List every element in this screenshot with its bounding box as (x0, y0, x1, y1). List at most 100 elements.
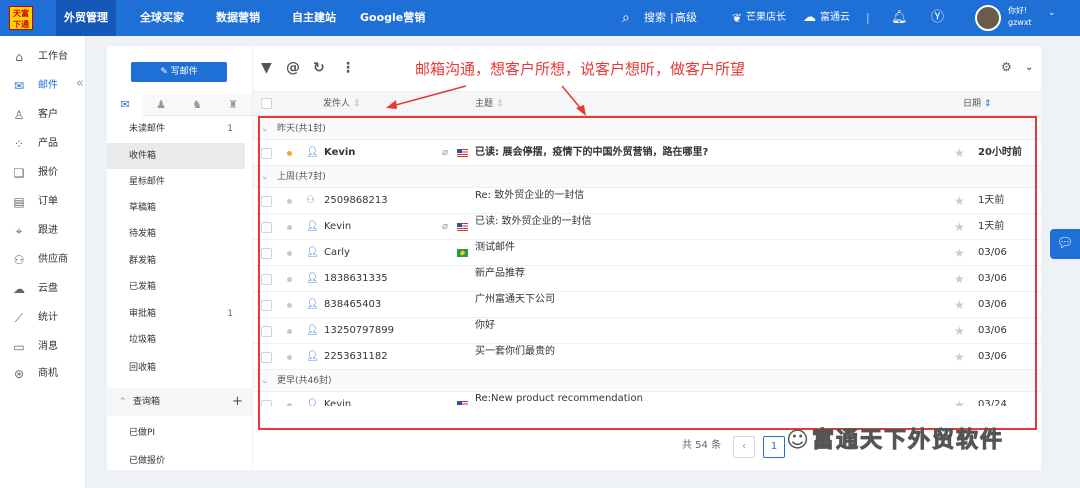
row-checkbox[interactable] (261, 248, 272, 259)
sidebar-item-quote[interactable]: ❏ 报价 (0, 160, 86, 186)
star-icon[interactable]: ★ (954, 240, 965, 266)
nav-data-marketing[interactable]: 数据营销 (208, 0, 268, 36)
search-icon[interactable]: ⌕ (622, 0, 630, 36)
chevron-down-icon[interactable]: ⌄ (1048, 0, 1056, 31)
date: 03/06 (978, 325, 1007, 336)
folder-unread[interactable]: 未读邮件 1 (107, 116, 245, 142)
star-icon[interactable]: ★ (954, 214, 965, 240)
table-row[interactable]: 👤︎ Kevin Re:New product recommendation ★… (253, 392, 1041, 406)
date: 03/06 (978, 247, 1007, 258)
more-icon[interactable]: ⋮ (341, 60, 355, 76)
sidebar-item-order[interactable]: ▤ 订单 (0, 189, 86, 215)
folder-label: 草稿箱 (129, 203, 157, 213)
star-icon[interactable]: ★ (954, 140, 965, 166)
row-checkbox[interactable] (261, 352, 272, 363)
table-row[interactable]: 👤︎ 2253631182 买一套你们最贵的 ★ 03/06 (253, 344, 1041, 370)
star-icon[interactable]: ★ (954, 292, 965, 318)
tab-person-icon[interactable]: ♟ (143, 94, 179, 116)
us-flag-icon (457, 401, 468, 406)
sidebar-item-messages[interactable]: ▭ 消息 (0, 334, 86, 360)
at-icon[interactable]: @ (286, 60, 300, 76)
folder-pending[interactable]: 待发箱 (107, 221, 245, 247)
table-row[interactable]: 👤︎ Kevin ⌀ 已读: 展会停摆，疫情下的中国外贸营销，路在哪里? ★ 2… (253, 140, 1041, 166)
user-info[interactable]: 你好! gzwxt (1008, 5, 1032, 29)
bell-icon[interactable]: 🔔︎ (891, 0, 908, 36)
folder-spam[interactable]: 垃圾箱 (107, 327, 245, 353)
folder-approval[interactable]: 审批箱 1 (107, 301, 245, 327)
search-button[interactable]: 搜索 (644, 0, 666, 36)
advanced-search-button[interactable]: 高级 (675, 0, 697, 36)
group-header-earlier[interactable]: ⌄ 更早(共46封) (253, 370, 1041, 392)
nav-foreign-trade[interactable]: 外贸管理 (56, 0, 116, 36)
folder-drafts[interactable]: 草稿箱 (107, 195, 245, 221)
sender-column-header[interactable]: 发件人 ⇕ (323, 92, 360, 116)
subject: Re: 致外贸企业的一封信 (475, 190, 585, 201)
row-checkbox[interactable] (261, 400, 272, 406)
sidebar-item-opportunity[interactable]: ⊛ 商机 (0, 361, 86, 387)
sidebar-item-customer[interactable]: ♙ 客户 (0, 102, 86, 128)
select-all-checkbox[interactable] (261, 98, 272, 109)
main-sidebar: ⌂ 工作台 ✉ 邮件 ♙ 客户 ⁘ 产品 ❏ 报价 ▤ 订单 ⌖ 跟进 ⚇ 供应商 ☁ 云盘 ⟋ 统… (0, 36, 86, 488)
filter-icon[interactable]: ▼ (261, 60, 272, 76)
query-item-pi[interactable]: 已做PI (107, 420, 245, 446)
plus-icon[interactable]: + (232, 388, 243, 416)
star-icon[interactable]: ★ (954, 188, 965, 214)
group-header-last-week[interactable]: ⌄ 上周(共7封) (253, 166, 1041, 188)
sidebar-item-product[interactable]: ⁘ 产品 (0, 131, 86, 157)
chat-bubble-icon[interactable]: 💬︎ (1050, 229, 1080, 259)
tab-mail-icon[interactable]: ✉ (107, 94, 143, 116)
row-checkbox[interactable] (261, 300, 272, 311)
table-row[interactable]: ⚇ 2509868213 Re: 致外贸企业的一封信 ★ 1天前 (253, 188, 1041, 214)
query-item-quote[interactable]: 已做报价 (107, 448, 245, 470)
table-row[interactable]: 👤︎ Carly 测试邮件 ★ 03/06 (253, 240, 1041, 266)
query-box-header[interactable]: ⌃ 查询箱 + (107, 388, 252, 416)
location-icon: ⌖ (15, 224, 23, 238)
table-row[interactable]: 👤︎ 838465403 广州富通天下公司 ★ 03/06 (253, 292, 1041, 318)
app-logo[interactable]: 天富下通 (9, 6, 33, 30)
folder-starred[interactable]: 星标邮件 (107, 169, 245, 195)
star-icon[interactable]: ★ (954, 392, 965, 406)
row-checkbox[interactable] (261, 326, 272, 337)
avatar[interactable] (975, 5, 1001, 31)
row-checkbox[interactable] (261, 222, 272, 233)
row-checkbox[interactable] (261, 196, 272, 207)
nav-site-builder[interactable]: 自主建站 (284, 0, 344, 36)
folder-inbox[interactable]: 收件箱 (107, 143, 245, 169)
nav-global-buyers[interactable]: 全球买家 (132, 0, 192, 36)
prev-page-button[interactable]: ‹ (733, 436, 755, 458)
sidebar-item-statistics[interactable]: ⟋ 统计 (0, 305, 86, 331)
shop-manager-link[interactable]: 芒果店长 (746, 0, 786, 36)
tab-contacts-icon[interactable]: ♞ (179, 94, 215, 116)
yen-icon[interactable]: Ⓨ (931, 0, 944, 36)
chevron-down-icon[interactable]: ⌄ (1025, 62, 1033, 73)
row-checkbox[interactable] (261, 148, 272, 159)
sidebar-item-followup[interactable]: ⌖ 跟进 (0, 218, 86, 244)
nav-google-marketing[interactable]: Google营销 (352, 0, 433, 36)
star-icon[interactable]: ★ (954, 344, 965, 370)
sidebar-item-label: 邮件 (38, 80, 58, 91)
collapse-sidebar-icon[interactable]: « (76, 76, 84, 91)
sidebar-item-supplier[interactable]: ⚇ 供应商 (0, 247, 86, 273)
subject: Re:New product recommendation (475, 393, 643, 404)
table-row[interactable]: 👤︎ Kevin ⌀ 已读: 致外贸企业的一封信 ★ 1天前 (253, 214, 1041, 240)
sidebar-item-mail[interactable]: ✉ 邮件 (0, 73, 86, 99)
sidebar-item-label: 统计 (38, 312, 58, 323)
refresh-icon[interactable]: ↻ (313, 60, 325, 76)
folder-trash[interactable]: 回收箱 (107, 355, 245, 381)
date-column-header[interactable]: 日期 ⇕ (963, 92, 991, 116)
star-icon[interactable]: ★ (954, 318, 965, 344)
sidebar-item-workbench[interactable]: ⌂ 工作台 (0, 44, 86, 70)
settings-icon[interactable]: ⚙ (1001, 60, 1012, 74)
tab-team-icon[interactable]: ♜ (215, 94, 251, 116)
folder-mass-send[interactable]: 群发箱 (107, 248, 245, 274)
group-header-yesterday[interactable]: ⌄ 昨天(共1封) (253, 118, 1041, 140)
table-row[interactable]: 👤︎ 13250797899 你好 ★ 03/06 (253, 318, 1041, 344)
compose-button[interactable]: ✎ 写邮件 (131, 62, 227, 82)
futong-cloud-link[interactable]: 富通云 (820, 0, 850, 36)
table-row[interactable]: 👤︎ 1838631335 新产品推荐 ★ 03/06 (253, 266, 1041, 292)
row-checkbox[interactable] (261, 274, 272, 285)
folder-sent[interactable]: 已发箱 (107, 274, 245, 300)
sidebar-item-cloud-drive[interactable]: ☁ 云盘 (0, 276, 86, 302)
star-icon[interactable]: ★ (954, 266, 965, 292)
page-button[interactable]: 1 (763, 436, 785, 458)
